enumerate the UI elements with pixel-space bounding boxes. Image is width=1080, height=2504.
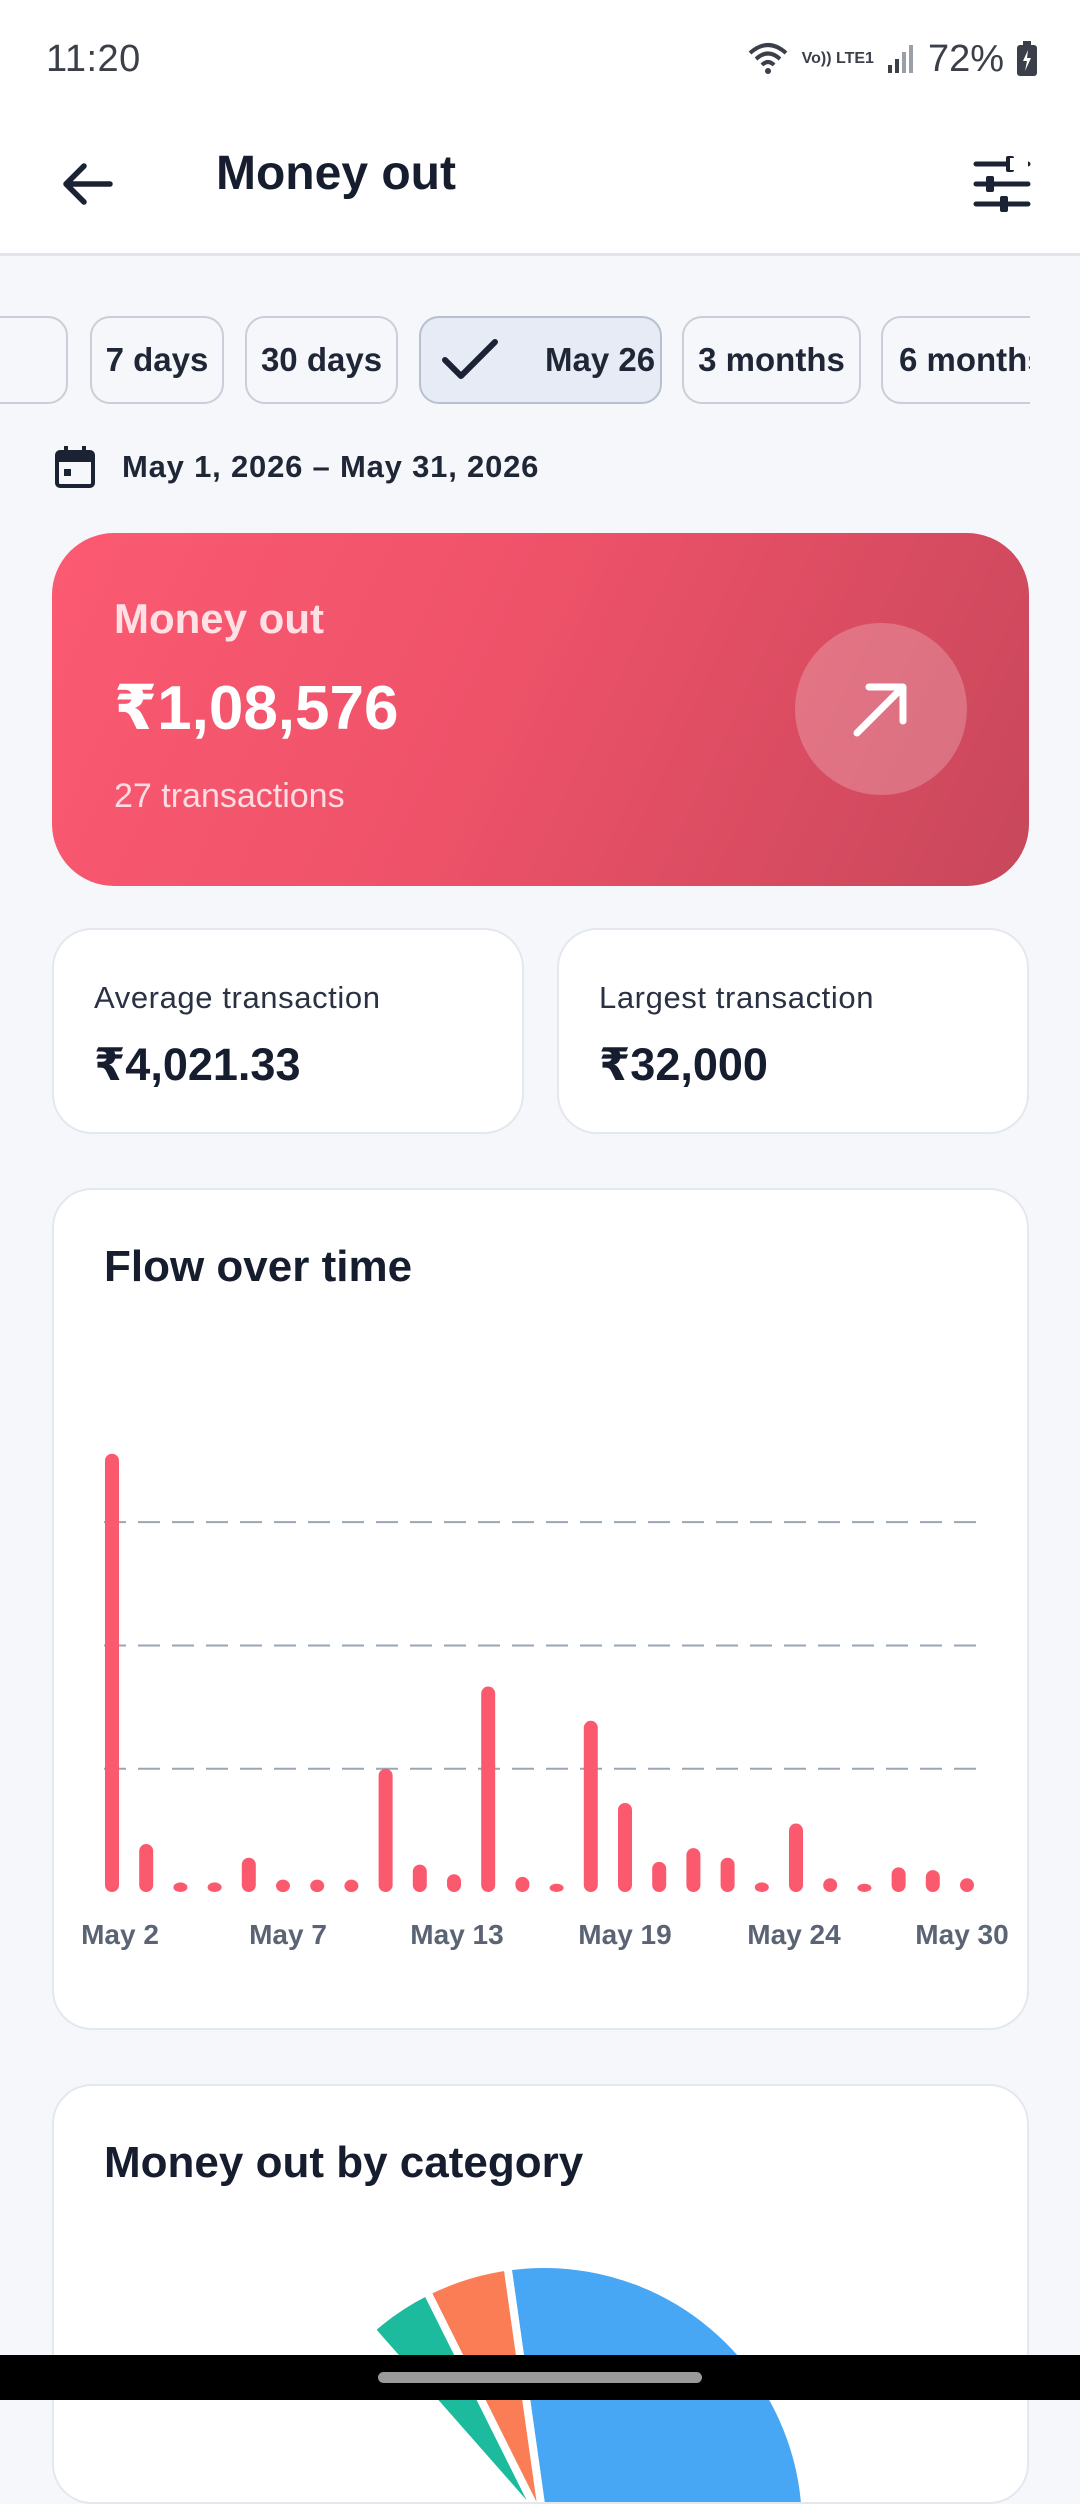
- stat-label: Largest transaction: [599, 980, 875, 1015]
- back-button[interactable]: [50, 148, 122, 220]
- chart-bar[interactable]: [207, 1882, 222, 1892]
- chart-bar[interactable]: [481, 1686, 496, 1892]
- average-transaction-card: Average transaction ₹4,021.33: [52, 928, 524, 1134]
- chip-label: 30 days: [260, 341, 383, 378]
- chart-bar[interactable]: [344, 1879, 359, 1892]
- app-bar: Money out: [0, 118, 1080, 256]
- status-time: 11:20: [46, 37, 141, 80]
- chart-bar[interactable]: [686, 1848, 701, 1892]
- home-handle[interactable]: [378, 2372, 702, 2383]
- period-chips: 7 days 30 days May 26 3 months 6 months: [0, 316, 1030, 408]
- status-bar: 11:20 Vo)) LTE1 72%: [0, 0, 1080, 118]
- summary-amount: ₹1,08,576: [114, 674, 399, 743]
- calendar-icon: [55, 446, 95, 488]
- x-tick-label: May 24: [747, 1919, 841, 1950]
- chip-label: 6 months: [899, 341, 1030, 378]
- chip-label: 3 months: [698, 341, 845, 378]
- money-out-summary-card: Money out ₹1,08,576 27 transactions: [52, 533, 1029, 886]
- chart-bar[interactable]: [447, 1874, 461, 1892]
- chart-bar[interactable]: [925, 1870, 940, 1892]
- chart-bar[interactable]: [583, 1720, 598, 1892]
- signal-icon: [886, 43, 916, 75]
- stat-label: Average transaction: [94, 980, 381, 1015]
- category-pie-chart: [365, 2260, 809, 2502]
- status-icons: Vo)) LTE1 72%: [746, 38, 1038, 81]
- x-tick-label: May 7: [249, 1919, 327, 1950]
- chart-bar[interactable]: [720, 1857, 735, 1892]
- arrow-left-icon: [63, 163, 113, 205]
- date-range-text: May 1, 2026 – May 31, 2026: [122, 449, 540, 484]
- chart-bar[interactable]: [549, 1883, 564, 1892]
- x-tick-label: May 2: [81, 1919, 159, 1950]
- chart-bar[interactable]: [515, 1876, 530, 1892]
- stat-value: ₹32,000: [599, 1039, 768, 1090]
- chart-bar[interactable]: [789, 1823, 803, 1892]
- chart-bar[interactable]: [310, 1879, 325, 1892]
- chart-bar[interactable]: [276, 1879, 290, 1892]
- chart-bar[interactable]: [139, 1844, 154, 1892]
- filter-button[interactable]: [960, 142, 1044, 226]
- arrow-up-right-icon: [795, 623, 967, 795]
- chart-bar[interactable]: [857, 1883, 872, 1892]
- battery-percent: 72%: [927, 37, 1004, 80]
- chip-7-days[interactable]: 7 days: [90, 316, 224, 404]
- chart-bar[interactable]: [412, 1864, 427, 1892]
- chip-partial[interactable]: [0, 316, 68, 404]
- summary-label: Money out: [114, 595, 324, 642]
- x-tick-label: May 19: [578, 1919, 671, 1950]
- navigation-bar: [0, 2355, 1080, 2400]
- chart-bar[interactable]: [105, 1453, 119, 1892]
- chip-3-months[interactable]: 3 months: [682, 316, 861, 404]
- largest-transaction-card: Largest transaction ₹32,000: [557, 928, 1029, 1134]
- chip-6-months[interactable]: 6 months: [881, 316, 1030, 404]
- chart-bar[interactable]: [378, 1768, 393, 1892]
- stat-value: ₹4,021.33: [94, 1039, 301, 1090]
- flow-chart: May 2 May 7 May 13 May 19 May 24 May 30: [81, 1453, 1009, 1950]
- category-card: Money out by category: [52, 2084, 1029, 2504]
- chip-label: 7 days: [105, 341, 209, 378]
- x-tick-label: May 30: [915, 1919, 1008, 1950]
- chip-may-26[interactable]: May 26: [419, 316, 662, 404]
- check-icon: [441, 338, 499, 382]
- chart-bar[interactable]: [960, 1878, 974, 1892]
- volte-icon: Vo)) LTE1: [801, 50, 874, 67]
- date-range: May 1, 2026 – May 31, 2026: [54, 442, 539, 492]
- chart-bar[interactable]: [173, 1882, 188, 1892]
- page-title: Money out: [216, 147, 456, 200]
- chart-bar[interactable]: [652, 1861, 667, 1892]
- chart-bar[interactable]: [823, 1878, 838, 1892]
- chart-bar[interactable]: [618, 1802, 632, 1892]
- chip-30-days[interactable]: 30 days: [245, 316, 398, 404]
- chart-bar[interactable]: [241, 1857, 256, 1892]
- chart-bar[interactable]: [891, 1867, 906, 1892]
- battery-icon: [1016, 41, 1038, 77]
- transaction-count: 27 transactions: [114, 777, 345, 815]
- chart-bar[interactable]: [754, 1882, 769, 1892]
- chip-label: May 26: [545, 341, 656, 378]
- x-tick-label: May 13: [410, 1919, 503, 1950]
- wifi-icon: [746, 41, 790, 77]
- flow-over-time-card: Flow over time May 2 May 7 May 13 May 19 May…: [52, 1188, 1029, 2030]
- sliders-icon: [973, 156, 1031, 212]
